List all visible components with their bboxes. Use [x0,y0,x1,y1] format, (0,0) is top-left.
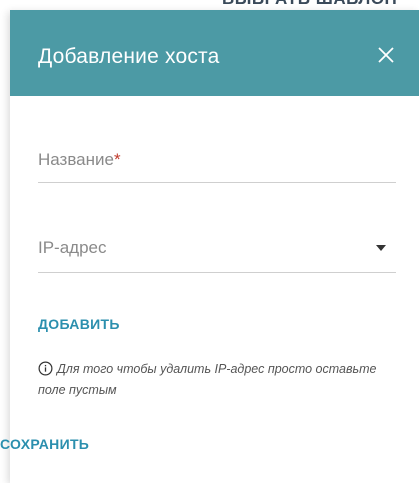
hint-text: Для того чтобы удалить IP-адрес просто о… [38,359,398,401]
background-page-text: ВЫБРАТЬ ШАБЛОН [222,0,397,9]
chevron-down-icon[interactable] [375,244,387,252]
dialog-title: Добавление хоста [38,45,220,68]
ip-address-label: IP-адрес [38,238,107,257]
name-field-label: Название* [38,150,121,169]
close-icon [378,47,394,63]
ip-address-select[interactable]: IP-адрес [38,234,396,274]
info-icon [38,361,53,376]
add-button[interactable]: ДОБАВИТЬ [38,316,120,332]
ip-address-underline [38,272,396,273]
required-mark: * [113,150,121,169]
dialog-header: Добавление хоста [10,10,419,96]
add-host-dialog: Добавление хоста Название* IP-адрес ДОБА… [10,10,419,483]
name-field-underline [38,182,396,183]
hint-message: Для того чтобы удалить IP-адрес просто о… [38,362,377,397]
name-field[interactable]: Название* [38,146,396,186]
save-button[interactable]: СОХРАНИТЬ [0,436,89,452]
page: ВЫБРАТЬ ШАБЛОН Добавление хоста Название… [0,0,419,483]
close-button[interactable] [371,40,401,70]
